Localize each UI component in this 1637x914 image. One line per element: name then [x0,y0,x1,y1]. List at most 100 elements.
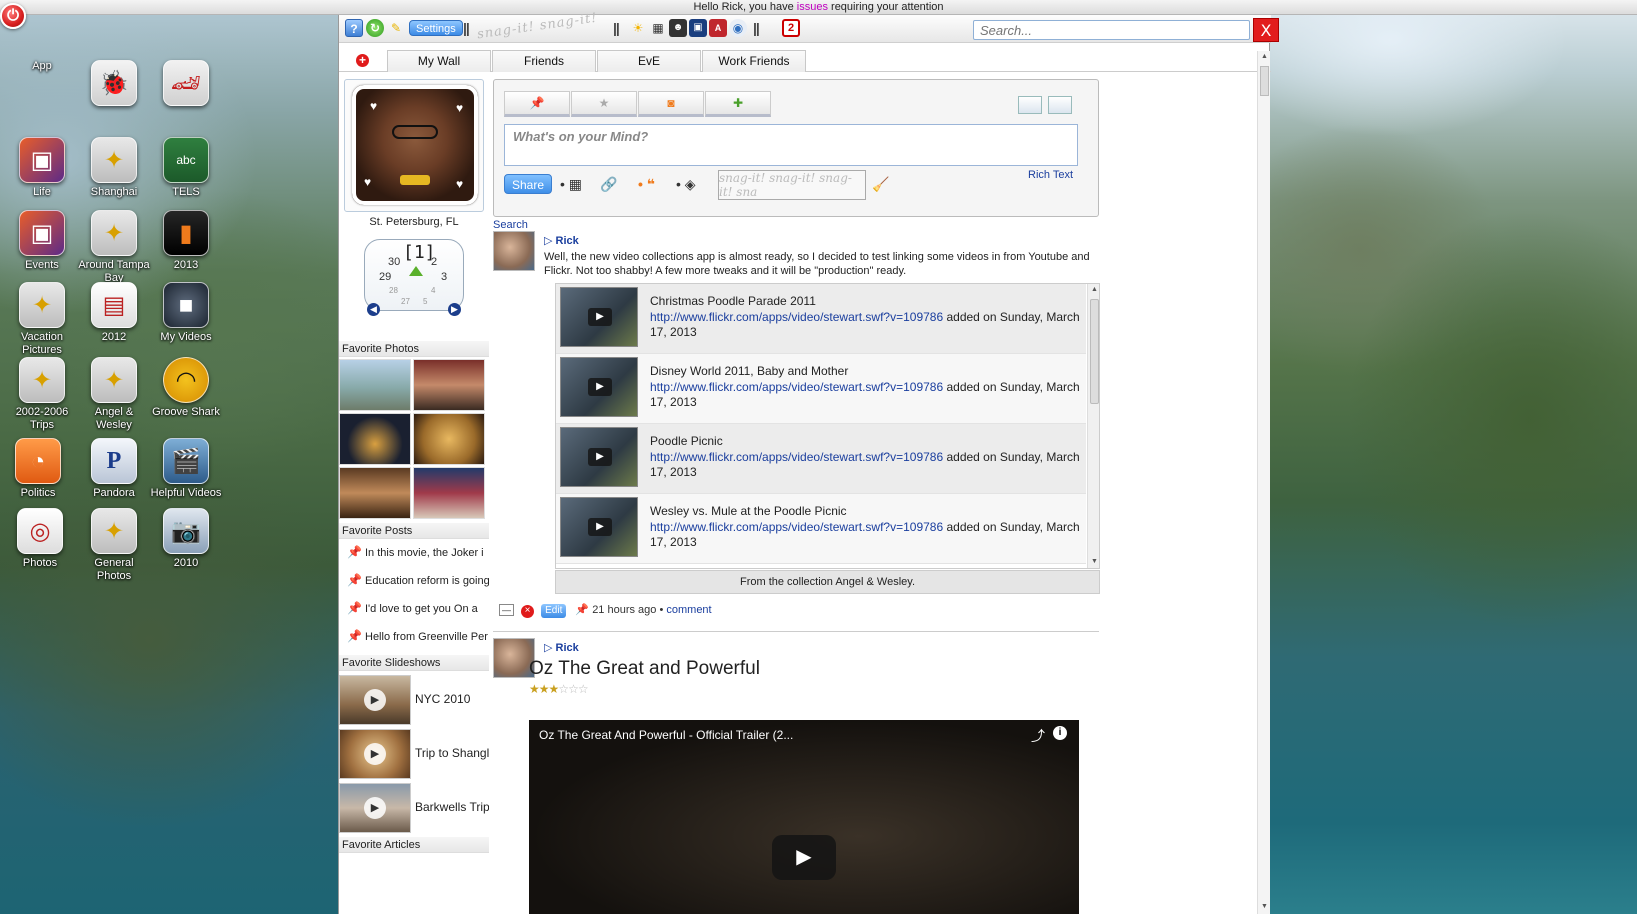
desktop-shortcut[interactable]: ◠ Groove Shark [148,357,224,419]
broom-icon[interactable]: 🧹 [872,176,889,193]
collapse-icon[interactable]: — [499,604,514,616]
desktop-shortcut[interactable]: ◔ Politics [0,438,76,500]
delete-icon[interactable]: × [521,605,535,618]
status-input[interactable]: What's on your Mind? [504,124,1078,166]
favorite-post[interactable]: 📌 I'd love to get you On a [339,597,489,619]
desktop-shortcut[interactable]: ✦ Angel & Wesley [76,357,152,432]
video-item[interactable]: ▶ Disney World 2011, Baby and Mother http:… [556,354,1086,424]
prev-arrow-icon[interactable]: ◀ [367,303,380,316]
desktop-shortcut[interactable]: 🏎 [148,60,224,109]
tab-work-friends[interactable]: Work Friends [702,50,806,72]
star-icon[interactable]: ★ [529,682,540,696]
calendar-day[interactable]: 29 [379,271,391,283]
scroll-down-icon[interactable]: ▼ [1261,903,1268,910]
favorite-post[interactable]: 📌 In this movie, the Joker i [339,541,489,563]
video-thumbnail[interactable]: ▶ [560,287,638,347]
desktop-shortcut[interactable]: abc TELS [148,137,224,199]
calendar-day[interactable]: 3 [441,271,447,283]
video-item[interactable]: ▶ Poodle Picnic http://www.flickr.com/apps… [556,424,1086,494]
play-icon[interactable]: ▶ [588,448,612,466]
video-url-link[interactable]: http://www.flickr.com/apps/video/stewart… [650,450,943,464]
video-item-title[interactable]: Wesley vs. Mule at the Poodle Picnic [650,504,847,518]
share-button[interactable]: Share [504,174,552,194]
add-tab-icon[interactable]: + [356,54,369,67]
embedded-video-player[interactable]: Oz The Great And Powerful - Official Tra… [529,720,1079,914]
video-thumbnail[interactable]: ▶ [560,427,638,487]
composer-tab-blog[interactable]: ◙ [638,91,704,117]
calendar-day[interactable]: 4 [431,286,435,295]
video-item[interactable]: ▶ Christmas Poodle Parade 2011 http://www.… [556,284,1086,354]
next-arrow-icon[interactable]: ▶ [448,303,461,316]
up-arrow-icon[interactable] [409,266,423,276]
post-author-name[interactable]: Rick [556,235,579,247]
favorite-photo[interactable] [413,467,485,519]
video-item-title[interactable]: Poodle Picnic [650,434,723,448]
link-icon[interactable]: 🔗 [600,176,617,193]
post-author[interactable]: ▷ Rick [544,234,579,247]
star-icon[interactable]: ★ [539,682,550,696]
favorite-photo[interactable] [339,359,411,411]
edit-button[interactable]: Edit [541,604,567,618]
tag-icon[interactable]: • ◈ [676,176,696,193]
desktop-shortcut[interactable]: P Pandora [76,438,152,500]
star-icon[interactable]: ★ [549,682,560,696]
calendar-icon[interactable] [1018,96,1042,114]
play-icon[interactable]: ▶ [588,308,612,326]
desktop-shortcut[interactable]: ◎ Photos [2,508,78,570]
video-title[interactable]: Oz The Great And Powerful - Official Tra… [539,728,793,742]
issues-link[interactable]: issues [797,1,828,13]
comment-link[interactable]: comment [666,604,711,616]
power-icon[interactable]: ⏻ [0,3,26,29]
profile-photo[interactable]: ♥ ♥ ♥ ♥ [352,85,478,205]
star-icon[interactable]: ☆ [558,682,569,696]
favorite-photo[interactable] [413,413,485,465]
composer-tab-puzzle[interactable]: ✚ [705,91,771,117]
calendar-day[interactable]: 28 [389,286,398,295]
desktop-shortcut[interactable]: ✦ 2002-2006 Trips [4,357,80,432]
scroll-thumb[interactable] [1260,66,1269,96]
play-icon[interactable]: ▶ [364,797,386,819]
star-icon[interactable]: ☆ [578,682,589,696]
favorite-photo[interactable] [339,467,411,519]
video-url-link[interactable]: http://www.flickr.com/apps/video/stewart… [650,310,943,324]
video-item-title[interactable]: Christmas Poodle Parade 2011 [650,294,816,308]
share-icon[interactable]: ⤴ [1031,726,1045,746]
play-icon[interactable]: ▶ [772,835,836,880]
post-author[interactable]: ▷ Rick [544,641,579,654]
scroll-up-icon[interactable]: ▲ [1091,286,1098,293]
desktop-shortcut[interactable]: ▮ 2013 [148,210,224,272]
scroll-thumb[interactable] [1090,299,1099,404]
desktop-shortcut[interactable]: ▤ 2012 [76,282,152,344]
play-icon[interactable]: ▶ [364,689,386,711]
post-author-name[interactable]: Rick [556,642,579,654]
search-link[interactable]: Search [493,219,528,231]
close-button[interactable]: X [1253,18,1279,42]
favorite-photo[interactable] [413,359,485,411]
calendar-day[interactable]: 2 [431,256,437,268]
avatar[interactable] [493,231,535,271]
slideshow-item[interactable]: ▶ Barkwells Trip [339,783,489,833]
scroll-up-icon[interactable]: ▲ [1261,53,1268,60]
play-icon[interactable]: ▶ [588,378,612,396]
desktop-shortcut[interactable]: ▣ Life [4,137,80,199]
composer-tab-star[interactable]: ★ [571,91,637,117]
desktop-shortcut[interactable]: AApp [4,60,388,121]
slideshow-item[interactable]: ▶ Trip to Shangl [339,729,489,779]
desktop-shortcut[interactable]: ■ My Videos [148,282,224,344]
video-thumbnail[interactable]: ▶ [560,497,638,557]
video-url-link[interactable]: http://www.flickr.com/apps/video/stewart… [650,380,943,394]
desktop-shortcut[interactable]: 🎬 Helpful Videos [148,438,224,500]
play-icon[interactable]: ▶ [588,518,612,536]
video-item[interactable]: ▶ Wesley vs. Mule at the Poodle Picnic htt… [556,494,1086,564]
calendar-day[interactable]: 5 [423,297,427,306]
film-icon[interactable]: • ▦ [560,176,582,193]
favorite-photo[interactable] [339,413,411,465]
apps-icon[interactable]: ▣ [689,19,707,37]
desktop-shortcut[interactable]: ✦ Vacation Pictures [4,282,80,357]
desktop-shortcut[interactable]: ✦ Shanghai [76,137,152,199]
video-thumbnail[interactable]: ▶ [560,357,638,417]
desktop-shortcut[interactable]: 📷 2010 [148,508,224,570]
notification-badge[interactable]: 2 [782,19,800,37]
pencil-icon[interactable]: ✎ [387,19,405,37]
scroll-down-icon[interactable]: ▼ [1091,558,1098,565]
